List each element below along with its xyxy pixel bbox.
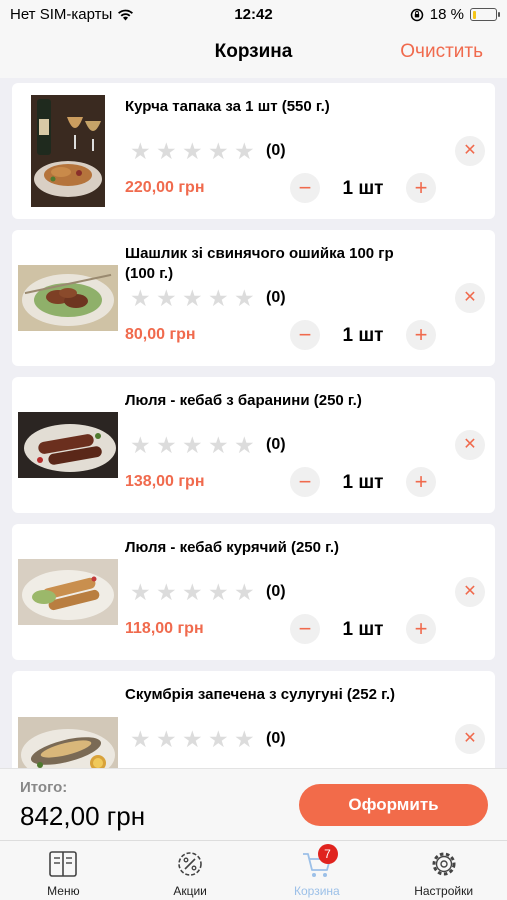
star-icon[interactable]: ★ <box>234 139 260 163</box>
clear-cart-button[interactable]: Очистить <box>400 41 483 63</box>
status-bar: Нет SIM-карты 12:42 18 % <box>0 0 507 28</box>
star-icon[interactable]: ★ <box>234 433 260 457</box>
star-icon[interactable]: ★ <box>130 580 156 604</box>
battery-level <box>472 10 477 19</box>
quantity-value: 1 шт <box>342 178 384 199</box>
product-name[interactable]: Шашлик зі свинячого ошийка 100 гр (100 г… <box>125 244 425 284</box>
settings-gear-icon <box>432 852 456 876</box>
cart-list[interactable]: Курча тапака за 1 шт (550 г.) ★ ★ ★ ★ ★ … <box>0 78 507 768</box>
rating-count: (0) <box>266 289 286 306</box>
quantity-value: 1 шт <box>342 472 384 493</box>
star-icon[interactable]: ★ <box>208 286 234 310</box>
cart-item: Люля - кебаб курячий (250 г.) ★ ★ ★ ★ ★ … <box>12 524 495 660</box>
battery-icon <box>470 8 500 21</box>
remove-item-button[interactable]: ✕ <box>455 283 485 313</box>
cart-footer: Итого: 842,00 грн Оформить <box>0 768 507 840</box>
product-image-chicken-kebab[interactable] <box>12 524 124 660</box>
star-icon[interactable]: ★ <box>156 433 182 457</box>
product-name[interactable]: Люля - кебаб з баранини (250 г.) <box>125 391 425 411</box>
cart-item: Шашлик зі свинячого ошийка 100 гр (100 г… <box>12 230 495 366</box>
star-icon[interactable]: ★ <box>182 139 208 163</box>
product-image-mackerel[interactable] <box>12 671 124 768</box>
star-icon[interactable]: ★ <box>156 286 182 310</box>
tab-label: Корзина <box>294 884 340 898</box>
tab-cart[interactable]: 7 Корзина <box>254 841 381 900</box>
navigation-bar: Корзина Очистить <box>0 28 507 78</box>
star-icon[interactable]: ★ <box>182 286 208 310</box>
star-icon[interactable]: ★ <box>130 139 156 163</box>
quantity-value: 1 шт <box>342 619 384 640</box>
star-icon[interactable]: ★ <box>156 139 182 163</box>
increase-quantity-button[interactable]: + <box>406 173 436 203</box>
tab-menu[interactable]: Меню <box>0 841 127 900</box>
decrease-quantity-button[interactable]: − <box>290 173 320 203</box>
star-icon[interactable]: ★ <box>156 727 182 751</box>
rating-count: (0) <box>266 583 286 600</box>
star-icon[interactable]: ★ <box>182 727 208 751</box>
star-icon[interactable]: ★ <box>234 580 260 604</box>
rating-count: (0) <box>266 436 286 453</box>
tab-settings[interactable]: Настройки <box>380 841 507 900</box>
star-icon[interactable]: ★ <box>130 433 156 457</box>
decrease-quantity-button[interactable]: − <box>290 614 320 644</box>
star-icon[interactable]: ★ <box>156 580 182 604</box>
cart-count-badge: 7 <box>317 844 338 864</box>
product-price: 118,00 грн <box>125 620 204 637</box>
star-icon[interactable]: ★ <box>182 433 208 457</box>
rating-count: (0) <box>266 142 286 159</box>
orientation-lock-icon <box>410 8 424 21</box>
remove-item-button[interactable]: ✕ <box>455 136 485 166</box>
checkout-button[interactable]: Оформить <box>299 784 488 826</box>
increase-quantity-button[interactable]: + <box>406 320 436 350</box>
star-icon[interactable]: ★ <box>208 580 234 604</box>
increase-quantity-button[interactable]: + <box>406 467 436 497</box>
decrease-quantity-button[interactable]: − <box>290 467 320 497</box>
tab-promotions[interactable]: Акции <box>127 841 254 900</box>
remove-item-button[interactable]: ✕ <box>455 577 485 607</box>
tab-label: Настройки <box>414 884 474 898</box>
tab-bar: Меню Акции 7 Корзина Настройки <box>0 840 507 900</box>
total-value: 842,00 грн <box>20 801 146 831</box>
star-icon[interactable]: ★ <box>130 727 156 751</box>
tab-label: Акции <box>173 884 207 898</box>
remove-item-button[interactable]: ✕ <box>455 724 485 754</box>
product-name[interactable]: Курча тапака за 1 шт (550 г.) <box>125 97 425 117</box>
rating[interactable]: ★ ★ ★ ★ ★ (0) <box>130 286 286 310</box>
quantity-value: 1 шт <box>342 325 384 346</box>
rating[interactable]: ★ ★ ★ ★ ★ (0) <box>130 139 286 163</box>
total-label: Итого: <box>20 779 68 796</box>
rating-count: (0) <box>266 730 286 747</box>
remove-item-button[interactable]: ✕ <box>455 430 485 460</box>
star-icon[interactable]: ★ <box>130 286 156 310</box>
star-icon[interactable]: ★ <box>234 286 260 310</box>
star-icon[interactable]: ★ <box>234 727 260 751</box>
product-price: 138,00 грн <box>125 473 205 490</box>
tab-label: Меню <box>47 884 80 898</box>
increase-quantity-button[interactable]: + <box>406 614 436 644</box>
menu-book-icon <box>49 851 78 877</box>
rating[interactable]: ★ ★ ★ ★ ★ (0) <box>130 580 286 604</box>
status-right: 18 % <box>410 6 500 23</box>
product-image-chicken[interactable] <box>12 83 124 219</box>
product-price: 220,00 грн <box>125 179 205 196</box>
rating[interactable]: ★ ★ ★ ★ ★ (0) <box>130 727 286 751</box>
star-icon[interactable]: ★ <box>182 580 208 604</box>
battery-percent: 18 % <box>429 6 464 23</box>
star-icon[interactable]: ★ <box>208 727 234 751</box>
discount-gear-icon <box>178 852 202 876</box>
cart-item: Курча тапака за 1 шт (550 г.) ★ ★ ★ ★ ★ … <box>12 83 495 219</box>
star-icon[interactable]: ★ <box>208 139 234 163</box>
product-name[interactable]: Скумбрія запечена з сулугуні (252 г.) <box>125 685 425 705</box>
decrease-quantity-button[interactable]: − <box>290 320 320 350</box>
rating[interactable]: ★ ★ ★ ★ ★ (0) <box>130 433 286 457</box>
cart-item: Скумбрія запечена з сулугуні (252 г.) ★ … <box>12 671 495 768</box>
product-image-shashlik[interactable] <box>12 230 124 366</box>
cart-item: Люля - кебаб з баранини (250 г.) ★ ★ ★ ★… <box>12 377 495 513</box>
product-price: 80,00 грн <box>125 326 196 343</box>
product-name[interactable]: Люля - кебаб курячий (250 г.) <box>125 538 425 558</box>
star-icon[interactable]: ★ <box>208 433 234 457</box>
product-image-lamb-kebab[interactable] <box>12 377 124 513</box>
